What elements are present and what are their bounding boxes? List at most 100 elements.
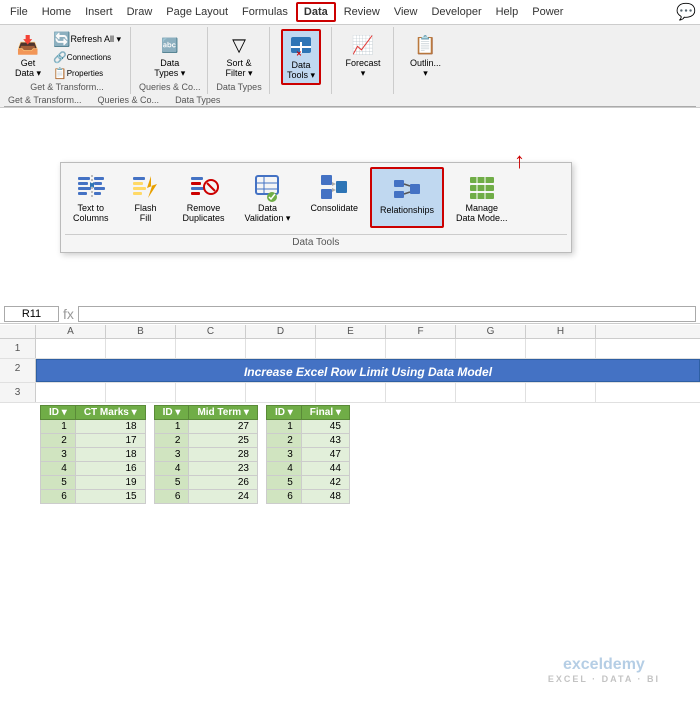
t3r1c1[interactable]: 1 bbox=[266, 420, 301, 434]
menu-home[interactable]: Home bbox=[36, 4, 77, 20]
consolidate-button[interactable]: Consolidate bbox=[302, 167, 366, 228]
cell-a3[interactable] bbox=[36, 383, 106, 402]
menu-draw[interactable]: Draw bbox=[121, 4, 159, 20]
refresh-label: Refresh All ▾ bbox=[70, 34, 121, 45]
cell-h1[interactable] bbox=[526, 339, 596, 358]
menu-formulas[interactable]: Formulas bbox=[236, 4, 294, 20]
cell-e3[interactable] bbox=[316, 383, 386, 402]
t2r4c1[interactable]: 4 bbox=[154, 462, 189, 476]
cell-b3[interactable] bbox=[106, 383, 176, 402]
t1r4c2[interactable]: 16 bbox=[75, 462, 145, 476]
t2r1c1[interactable]: 1 bbox=[154, 420, 189, 434]
chat-icon[interactable]: 💬 bbox=[676, 2, 696, 22]
formula-input[interactable] bbox=[78, 306, 696, 322]
t1r1c1[interactable]: 1 bbox=[41, 420, 76, 434]
t3r1c2[interactable]: 45 bbox=[301, 420, 349, 434]
menu-insert[interactable]: Insert bbox=[79, 4, 119, 20]
data-types-section[interactable]: Data Types bbox=[175, 95, 220, 105]
data-types-button[interactable]: 🔤 DataTypes ▾ bbox=[150, 29, 189, 81]
menu-file[interactable]: File bbox=[4, 4, 34, 20]
table-row: 416 bbox=[41, 462, 146, 476]
name-box[interactable] bbox=[4, 306, 59, 322]
cell-e1[interactable] bbox=[316, 339, 386, 358]
menu-power[interactable]: Power bbox=[526, 4, 569, 20]
remove-duplicates-button[interactable]: RemoveDuplicates bbox=[175, 167, 233, 228]
t1r5c1[interactable]: 5 bbox=[41, 476, 76, 490]
outline-icon: 📋 bbox=[412, 31, 440, 59]
properties-button[interactable]: 📋 Properties bbox=[50, 66, 124, 81]
t1r6c2[interactable]: 15 bbox=[75, 490, 145, 504]
data-types-label: DataTypes ▾ bbox=[154, 59, 185, 79]
cell-b1[interactable] bbox=[106, 339, 176, 358]
outline-button[interactable]: 📋 Outlin...▾ bbox=[406, 29, 445, 81]
cell-f1[interactable] bbox=[386, 339, 456, 358]
consolidate-icon bbox=[318, 171, 350, 203]
cell-a1[interactable] bbox=[36, 339, 106, 358]
t2r2c1[interactable]: 2 bbox=[154, 434, 189, 448]
menu-review[interactable]: Review bbox=[338, 4, 386, 20]
connections-button[interactable]: 🔗 Connections bbox=[50, 50, 124, 65]
cell-g1[interactable] bbox=[456, 339, 526, 358]
t3r2c2[interactable]: 43 bbox=[301, 434, 349, 448]
formula-bar: fx bbox=[0, 305, 700, 324]
t1r3c1[interactable]: 3 bbox=[41, 448, 76, 462]
menu-data[interactable]: Data bbox=[296, 2, 336, 22]
cell-g3[interactable] bbox=[456, 383, 526, 402]
menu-page[interactable]: Page Layout bbox=[160, 4, 234, 20]
t3r3c2[interactable]: 47 bbox=[301, 448, 349, 462]
menu-view[interactable]: View bbox=[388, 4, 424, 20]
t3r6c2[interactable]: 48 bbox=[301, 490, 349, 504]
t2r2c2[interactable]: 25 bbox=[189, 434, 258, 448]
ribbon: 📥 GetData ▾ 🔄 Refresh All ▾ 🔗 Connection… bbox=[0, 25, 700, 108]
t2r5c1[interactable]: 5 bbox=[154, 476, 189, 490]
t1r4c1[interactable]: 4 bbox=[41, 462, 76, 476]
t3r3c1[interactable]: 3 bbox=[266, 448, 301, 462]
t2r5c2[interactable]: 26 bbox=[189, 476, 258, 490]
t1r5c2[interactable]: 19 bbox=[75, 476, 145, 490]
t1r2c1[interactable]: 2 bbox=[41, 434, 76, 448]
table-row: 519 bbox=[41, 476, 146, 490]
t3r5c2[interactable]: 42 bbox=[301, 476, 349, 490]
cell-d3[interactable] bbox=[246, 383, 316, 402]
table-row: 225 bbox=[154, 434, 257, 448]
cell-f3[interactable] bbox=[386, 383, 456, 402]
relationships-button[interactable]: Relationships bbox=[370, 167, 444, 228]
cell-d1[interactable] bbox=[246, 339, 316, 358]
t3r6c1[interactable]: 6 bbox=[266, 490, 301, 504]
text-to-columns-button[interactable]: Text toColumns bbox=[65, 167, 117, 228]
table-mid-term: ID ▾ Mid Term ▾ 127 225 328 423 526 624 bbox=[154, 405, 258, 504]
t2r6c1[interactable]: 6 bbox=[154, 490, 189, 504]
t1r2c2[interactable]: 17 bbox=[75, 434, 145, 448]
svg-text:✕: ✕ bbox=[296, 51, 302, 58]
manage-data-model-button[interactable]: ManageData Mode... bbox=[448, 167, 516, 228]
cell-c1[interactable] bbox=[176, 339, 246, 358]
data-tools-button[interactable]: ✕ DataTools ▾ bbox=[281, 29, 321, 85]
table-row: 526 bbox=[154, 476, 257, 490]
t1r3c2[interactable]: 18 bbox=[75, 448, 145, 462]
get-data-button[interactable]: 📥 GetData ▾ bbox=[10, 29, 46, 81]
cell-h3[interactable] bbox=[526, 383, 596, 402]
t3r5c1[interactable]: 5 bbox=[266, 476, 301, 490]
menu-help[interactable]: Help bbox=[490, 4, 525, 20]
menu-developer[interactable]: Developer bbox=[425, 4, 487, 20]
t2r1c2[interactable]: 27 bbox=[189, 420, 258, 434]
t1r6c1[interactable]: 6 bbox=[41, 490, 76, 504]
t3r4c2[interactable]: 44 bbox=[301, 462, 349, 476]
text-to-columns-label: Text toColumns bbox=[73, 203, 109, 223]
t1r1c2[interactable]: 18 bbox=[75, 420, 145, 434]
t2r4c2[interactable]: 23 bbox=[189, 462, 258, 476]
cell-c3[interactable] bbox=[176, 383, 246, 402]
queries-section[interactable]: Queries & Co... bbox=[98, 95, 160, 105]
t3r2c1[interactable]: 2 bbox=[266, 434, 301, 448]
t2r3c1[interactable]: 3 bbox=[154, 448, 189, 462]
t3r4c1[interactable]: 4 bbox=[266, 462, 301, 476]
get-transform-section[interactable]: Get & Transform... bbox=[8, 95, 82, 105]
refresh-all-button[interactable]: 🔄 Refresh All ▾ bbox=[50, 30, 124, 49]
t2r6c2[interactable]: 24 bbox=[189, 490, 258, 504]
t2r3c2[interactable]: 28 bbox=[189, 448, 258, 462]
sort-filter-button[interactable]: ▽ Sort &Filter ▾ bbox=[221, 29, 257, 81]
flash-fill-button[interactable]: FlashFill bbox=[121, 167, 171, 228]
title-cell[interactable]: Increase Excel Row Limit Using Data Mode… bbox=[36, 359, 700, 382]
data-validation-button[interactable]: DataValidation ▾ bbox=[237, 167, 299, 228]
forecast-button[interactable]: 📈 Forecast▾ bbox=[342, 29, 385, 81]
